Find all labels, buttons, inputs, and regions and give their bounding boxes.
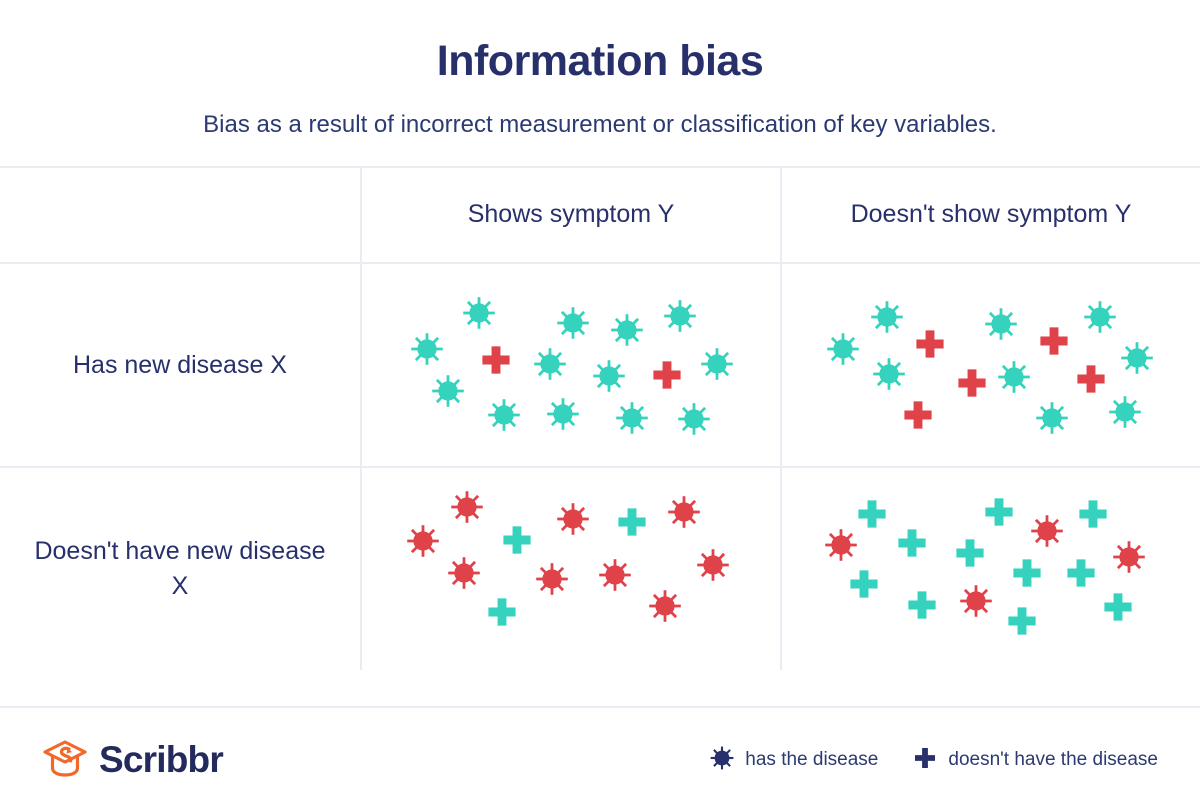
- page-subtitle: Bias as a result of incorrect measuremen…: [203, 110, 997, 138]
- virus-icon: [596, 556, 634, 594]
- virus-icon: [1081, 298, 1119, 336]
- glyph-scatter: [782, 264, 1200, 466]
- column-header-shows-symptom: Shows symptom Y: [360, 167, 780, 262]
- plus-icon: [1064, 556, 1098, 590]
- plus-icon: [955, 366, 989, 400]
- legend-item-no-disease: doesn't have the disease: [912, 745, 1158, 776]
- plus-icon: [485, 595, 519, 629]
- glyph-scatter: [362, 468, 780, 670]
- plus-icon: [1074, 362, 1108, 396]
- graduation-cap-icon: [42, 738, 88, 783]
- virus-icon: [868, 298, 906, 336]
- plus-icon: [913, 327, 947, 361]
- column-header-doesnt-show-symptom: Doesn't show symptom Y: [780, 167, 1200, 262]
- virus-icon: [1033, 399, 1071, 437]
- contingency-table: Shows symptom Y Doesn't show symptom Y H…: [0, 165, 1200, 708]
- glyph-scatter: [362, 264, 780, 466]
- virus-icon: [1028, 512, 1066, 550]
- plus-icon: [1037, 324, 1071, 358]
- virus-icon: [824, 330, 862, 368]
- virus-icon: [675, 400, 713, 438]
- footer: Scribbr has the disease doesn't have the…: [0, 708, 1200, 812]
- plus-icon: [901, 398, 935, 432]
- virus-icon: [661, 297, 699, 335]
- legend-label: doesn't have the disease: [948, 749, 1158, 770]
- plus-icon: [982, 495, 1016, 529]
- virus-icon: [957, 582, 995, 620]
- plus-icon: [855, 497, 889, 531]
- plus-icon: [912, 745, 938, 776]
- cell-has-disease-shows-symptom: [360, 263, 780, 466]
- plus-icon: [847, 567, 881, 601]
- glyph-scatter: [782, 468, 1200, 670]
- virus-icon: [709, 745, 735, 776]
- virus-icon: [608, 311, 646, 349]
- virus-icon: [1118, 339, 1156, 377]
- column-header-label: Shows symptom Y: [467, 200, 675, 229]
- virus-icon: [408, 330, 446, 368]
- cell-no-disease-shows-symptom: [360, 467, 780, 670]
- legend-label: has the disease: [745, 749, 879, 770]
- virus-icon: [698, 345, 736, 383]
- virus-icon: [995, 358, 1033, 396]
- virus-icon: [665, 493, 703, 531]
- header: Information bias Bias as a result of inc…: [0, 0, 1200, 166]
- virus-icon: [554, 304, 592, 342]
- plus-icon: [500, 523, 534, 557]
- infographic-card: Information bias Bias as a result of inc…: [0, 0, 1200, 812]
- plus-icon: [1010, 556, 1044, 590]
- virus-icon: [613, 399, 651, 437]
- virus-icon: [646, 587, 684, 625]
- virus-icon: [531, 345, 569, 383]
- row-header-no-disease: Doesn't have new disease X: [0, 468, 360, 670]
- plus-icon: [479, 343, 513, 377]
- virus-icon: [429, 372, 467, 410]
- virus-icon: [448, 488, 486, 526]
- virus-icon: [544, 395, 582, 433]
- plus-icon: [1101, 590, 1135, 624]
- legend-item-has-disease: has the disease: [709, 745, 878, 776]
- virus-icon: [870, 355, 908, 393]
- virus-icon: [460, 294, 498, 332]
- page-title: Information bias: [436, 37, 764, 85]
- virus-icon: [533, 560, 571, 598]
- virus-icon: [1106, 393, 1144, 431]
- table-header-row: Shows symptom Y Doesn't show symptom Y: [0, 167, 1200, 264]
- table-corner-cell: [0, 168, 360, 262]
- virus-icon: [485, 396, 523, 434]
- plus-icon: [650, 358, 684, 392]
- cell-has-disease-no-symptom: [780, 263, 1200, 466]
- column-header-label: Doesn't show symptom Y: [850, 200, 1132, 229]
- virus-icon: [1110, 538, 1148, 576]
- plus-icon: [895, 526, 929, 560]
- plus-icon: [1076, 497, 1110, 531]
- scribbr-wordmark: Scribbr: [99, 739, 224, 780]
- virus-icon: [404, 522, 442, 560]
- virus-icon: [982, 305, 1020, 343]
- table-row: Doesn't have new disease X: [0, 467, 1200, 670]
- table-row: Has new disease X: [0, 263, 1200, 468]
- scribbr-logo[interactable]: Scribbr: [42, 738, 224, 783]
- legend: has the disease doesn't have the disease: [709, 745, 1158, 776]
- virus-icon: [822, 526, 860, 564]
- plus-icon: [953, 536, 987, 570]
- row-header-has-disease: Has new disease X: [0, 264, 360, 466]
- plus-icon: [615, 505, 649, 539]
- cell-no-disease-no-symptom: [780, 467, 1200, 670]
- virus-icon: [445, 554, 483, 592]
- plus-icon: [905, 588, 939, 622]
- virus-icon: [554, 500, 592, 538]
- virus-icon: [694, 546, 732, 584]
- plus-icon: [1005, 604, 1039, 638]
- virus-icon: [590, 357, 628, 395]
- row-header-label: Doesn't have new disease X: [34, 537, 326, 600]
- row-header-label: Has new disease X: [72, 350, 287, 379]
